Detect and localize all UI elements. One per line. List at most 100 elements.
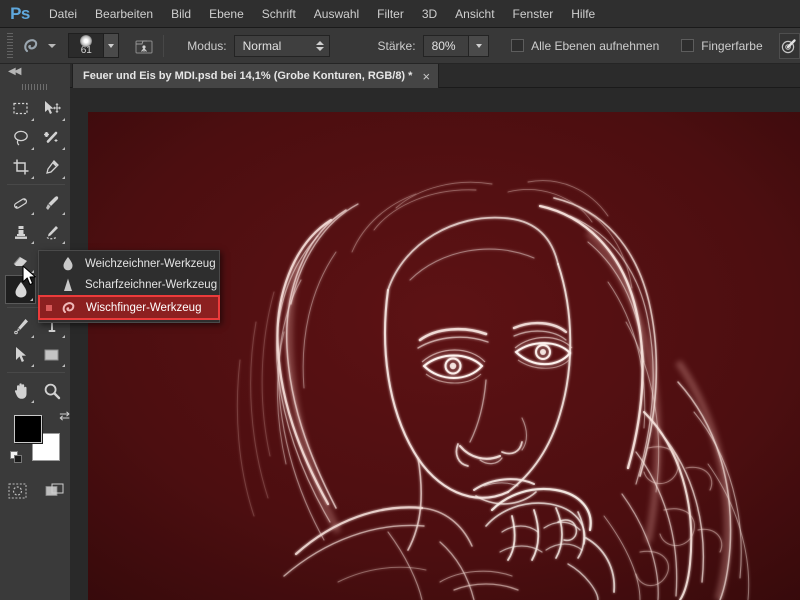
- tool-corner-icon: [62, 147, 65, 150]
- flyout-label: Weichzeichner-Werkzeug: [85, 257, 216, 270]
- tool-corner-icon: [62, 241, 65, 244]
- hand-tool[interactable]: [5, 376, 36, 405]
- tool-corner-icon: [31, 241, 34, 244]
- move-tool[interactable]: [36, 94, 67, 123]
- menu-item-datei[interactable]: Datei: [40, 0, 86, 28]
- menu-item-bild[interactable]: Bild: [162, 0, 200, 28]
- options-bar-grip[interactable]: [3, 32, 15, 59]
- brush-tool[interactable]: [36, 188, 67, 217]
- close-icon[interactable]: ×: [422, 70, 430, 83]
- tool-flyout-menu: Weichzeichner-Werkzeug Scharfzeichner-We…: [38, 250, 220, 323]
- zoom-tool[interactable]: [36, 376, 67, 405]
- tool-options-bar: 61 Modus: Normal Stärke: 80% Alle Ebenen…: [0, 28, 800, 64]
- strength-input[interactable]: 80%: [422, 34, 490, 57]
- rectangle-shape-tool[interactable]: [36, 340, 67, 369]
- tool-preset-chevron-down-icon[interactable]: [48, 43, 57, 48]
- tool-corner-icon: [62, 176, 65, 179]
- flyout-item-scharfzeichner[interactable]: Scharfzeichner-Werkzeug: [39, 274, 219, 295]
- magic-wand-tool[interactable]: [36, 123, 67, 152]
- blend-mode-select[interactable]: Normal: [233, 34, 330, 57]
- tool-corner-icon: [62, 335, 65, 338]
- tool-corner-icon: [62, 364, 65, 367]
- flyout-label: Scharfzeichner-Werkzeug: [85, 278, 218, 291]
- mode-label: Modus:: [187, 38, 227, 53]
- rectangular-marquee-tool[interactable]: [5, 94, 36, 123]
- artwork-glowing-edges-portrait: [88, 112, 800, 600]
- history-brush-tool[interactable]: [36, 217, 67, 246]
- menu-item-schrift[interactable]: Schrift: [253, 0, 305, 28]
- tool-corner-icon: [31, 270, 34, 273]
- sample-all-layers-label: Alle Ebenen aufnehmen: [531, 38, 660, 53]
- document-tab-bar: Feuer und Eis by MDI.psd bei 14,1% (Grob…: [0, 64, 800, 88]
- tool-corner-icon: [30, 298, 33, 301]
- foreground-color-swatch[interactable]: [14, 415, 42, 443]
- strength-chevron-down-icon[interactable]: [468, 35, 489, 56]
- brush-chevron-down-icon[interactable]: [103, 34, 119, 57]
- water-drop-icon: [57, 254, 79, 274]
- screen-mode-icon[interactable]: [44, 481, 66, 501]
- finger-paint-checkbox[interactable]: Fingerfarbe: [681, 38, 763, 53]
- clone-stamp-tool[interactable]: [5, 217, 36, 246]
- tool-corner-icon: [62, 212, 65, 215]
- lasso-tool[interactable]: [5, 123, 36, 152]
- menu-bar: Ps Datei Bearbeiten Bild Ebene Schrift A…: [0, 0, 800, 28]
- menu-item-fenster[interactable]: Fenster: [504, 0, 563, 28]
- tool-corner-icon: [31, 364, 34, 367]
- strength-label: Stärke:: [377, 38, 416, 53]
- blur-tool[interactable]: [5, 275, 36, 304]
- finger-paint-label: Fingerfarbe: [701, 38, 763, 53]
- smudge-finger-icon[interactable]: [20, 33, 42, 59]
- eyedropper-tool[interactable]: [36, 152, 67, 181]
- brush-size-picker[interactable]: 61: [68, 33, 120, 58]
- toolbox-divider-3: [7, 372, 65, 373]
- flyout-bullet-icon: [46, 304, 52, 311]
- toolbox-panel: ⇄: [0, 80, 70, 600]
- document-canvas[interactable]: [88, 112, 800, 600]
- quick-mask-icon[interactable]: [6, 481, 28, 501]
- path-selection-tool[interactable]: [5, 340, 36, 369]
- tool-corner-icon: [31, 335, 34, 338]
- collapse-double-arrow-icon[interactable]: ◀◀: [8, 67, 21, 77]
- eraser-tool[interactable]: [5, 246, 36, 275]
- blend-mode-value: Normal: [242, 38, 282, 53]
- sample-all-layers-box-icon: [511, 39, 525, 52]
- smudge-finger-icon: [58, 298, 80, 318]
- menu-item-ansicht[interactable]: Ansicht: [446, 0, 503, 28]
- canvas-workspace: [70, 88, 800, 600]
- document-tab-title: Feuer und Eis by MDI.psd bei 14,1% (Grob…: [83, 70, 413, 82]
- default-colors-icon[interactable]: [10, 451, 23, 464]
- sample-all-layers-checkbox[interactable]: Alle Ebenen aufnehmen: [511, 39, 659, 53]
- tool-corner-icon: [31, 212, 34, 215]
- menu-item-auswahl[interactable]: Auswahl: [305, 0, 368, 28]
- toolbox-divider-1: [7, 184, 65, 185]
- toolbox-grip[interactable]: [22, 84, 48, 90]
- document-tab[interactable]: Feuer und Eis by MDI.psd bei 14,1% (Grob…: [72, 64, 440, 88]
- menu-item-filter[interactable]: Filter: [368, 0, 413, 28]
- tablet-pressure-icon[interactable]: [778, 32, 800, 59]
- finger-paint-box-icon: [681, 39, 695, 52]
- brush-thumbnail: 61: [69, 34, 104, 57]
- crop-tool[interactable]: [5, 152, 36, 181]
- menu-item-bearbeiten[interactable]: Bearbeiten: [86, 0, 162, 28]
- photoshop-logo: Ps: [10, 3, 30, 23]
- tool-corner-icon: [31, 400, 34, 403]
- menu-item-3d[interactable]: 3D: [413, 0, 446, 28]
- healing-brush-tool[interactable]: [5, 188, 36, 217]
- pen-tool[interactable]: [5, 311, 36, 340]
- toolbox-bottom-controls: [6, 481, 68, 501]
- swap-colors-icon[interactable]: ⇄: [59, 409, 70, 422]
- flyout-item-wischfinger[interactable]: Wischfinger-Werkzeug: [38, 295, 220, 320]
- menu-item-hilfe[interactable]: Hilfe: [562, 0, 604, 28]
- options-divider-1: [163, 34, 165, 57]
- panel-collapse-bar[interactable]: ◀◀: [0, 64, 70, 80]
- tool-corner-icon: [31, 147, 34, 150]
- flyout-item-weichzeichner[interactable]: Weichzeichner-Werkzeug: [39, 253, 219, 274]
- brush-panel-icon[interactable]: [133, 34, 154, 58]
- tool-corner-icon: [31, 118, 34, 121]
- sharpen-cone-icon: [57, 275, 79, 295]
- soft-round-brush-icon: [80, 35, 93, 47]
- menu-item-ebene[interactable]: Ebene: [200, 0, 253, 28]
- blend-mode-spinner-icon: [315, 40, 324, 51]
- strength-value: 80%: [431, 38, 456, 53]
- photoshop-window: Ps Datei Bearbeiten Bild Ebene Schrift A…: [0, 0, 800, 600]
